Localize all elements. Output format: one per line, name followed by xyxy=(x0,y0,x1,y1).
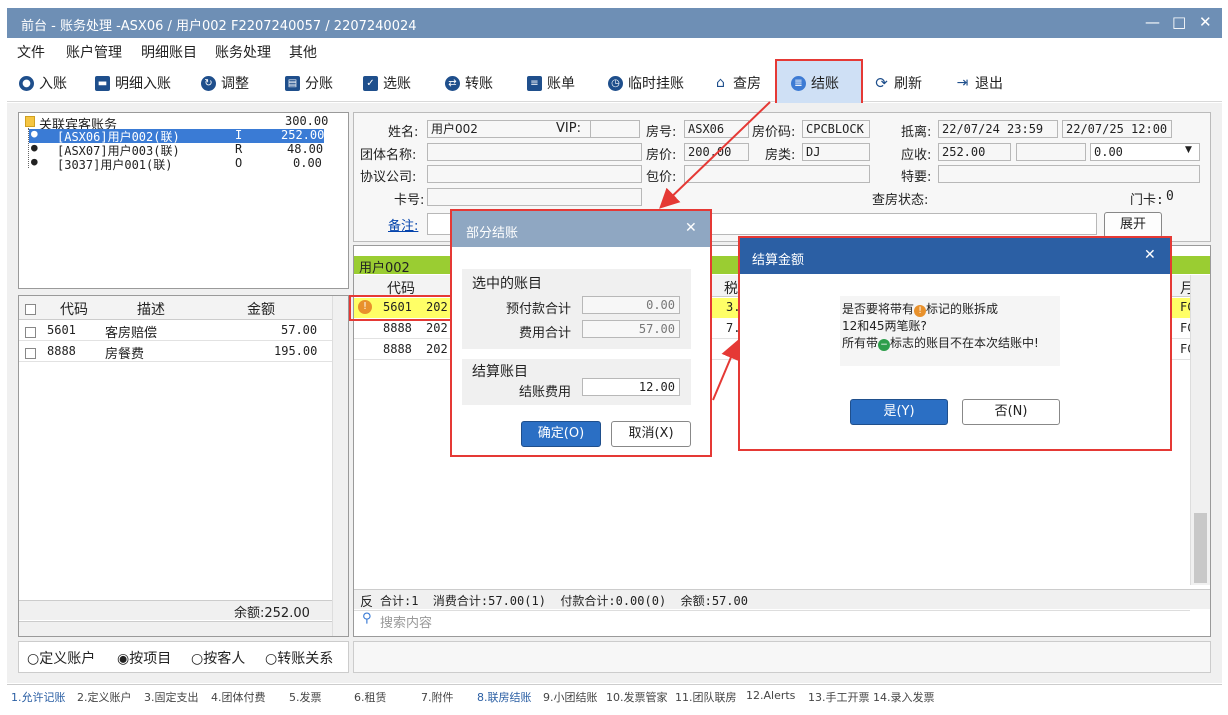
confirm-button[interactable]: 确定(O) xyxy=(521,421,601,447)
selected-items-group: 选中的账目 预付款合计 0.00 费用合计 57.00 xyxy=(462,269,691,349)
cancel-button[interactable]: 取消(X) xyxy=(611,421,691,447)
close-icon[interactable]: ✕ xyxy=(1144,247,1156,263)
warning-icon: ! xyxy=(914,305,927,317)
settlement-group: 结算账目 结账费用 12.00 xyxy=(462,359,691,405)
prepay-total-field: 0.00 xyxy=(582,296,680,314)
message-box: 是否要将带有! 标记的账拆成 12和45两笔账? 所有带 − 标志的账目不在本次结账中… xyxy=(840,296,1060,366)
close-icon[interactable]: ✕ xyxy=(685,220,697,236)
settlement-amount-input[interactable]: 12.00 xyxy=(582,378,680,396)
arrow-line xyxy=(712,339,741,401)
dialog-title: 结算金额 xyxy=(752,253,805,268)
dialog-header: 部分结账 ✕ xyxy=(452,211,710,247)
fee-total-field: 57.00 xyxy=(582,320,680,338)
partial-checkout-dialog: 部分结账 ✕ 选中的账目 预付款合计 0.00 费用合计 57.00 结算账目 … xyxy=(450,209,712,457)
dialog-title: 部分结账 xyxy=(466,226,519,241)
excluded-icon: − xyxy=(878,339,891,351)
no-button[interactable]: 否(N) xyxy=(962,399,1060,425)
dialog-header: 结算金额 ✕ xyxy=(740,238,1170,274)
arrow-line xyxy=(659,101,771,209)
settlement-amount-dialog: 结算金额 ✕ 是否要将带有! 标记的账拆成 12和45两笔账? 所有带 − 标志的账目… xyxy=(738,236,1172,451)
yes-button[interactable]: 是(Y) xyxy=(850,399,948,425)
